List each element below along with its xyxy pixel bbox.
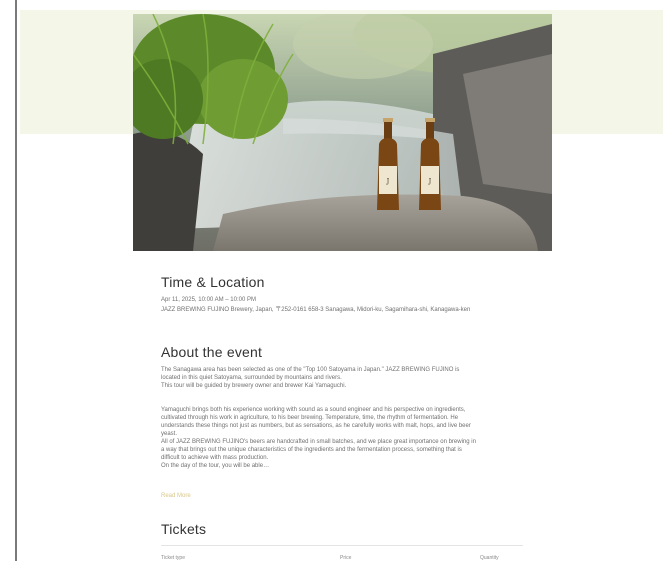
about-line: located in this quiet Satoyama, surround… — [161, 375, 342, 381]
about-heading: About the event — [161, 344, 263, 360]
about-line: Yamaguchi brings both his experience wor… — [161, 407, 466, 413]
read-more-link[interactable]: Read More — [161, 493, 191, 499]
hero-illustration: J J — [133, 14, 552, 251]
event-address: JAZZ BREWING FUJINO Brewery, Japan, 〒252… — [161, 307, 471, 313]
about-line: All of JAZZ BREWING FUJINO's beers are h… — [161, 439, 476, 445]
svg-text:J: J — [386, 178, 390, 185]
time-location-heading: Time & Location — [161, 274, 265, 290]
window-edge — [15, 0, 17, 561]
ticket-type-header: Ticket type — [161, 555, 185, 561]
tickets-divider — [161, 545, 523, 546]
about-line: This tour will be guided by brewery owne… — [161, 383, 347, 389]
about-paragraph-2: Yamaguchi brings both his experience wor… — [161, 406, 523, 470]
about-line: understands these things not just as num… — [161, 423, 471, 429]
svg-text:J: J — [428, 178, 432, 185]
hero-image: J J — [133, 14, 552, 251]
ticket-quantity-header: Quantity — [480, 555, 499, 561]
about-line: difficult to achieve with mass productio… — [161, 455, 269, 461]
about-line: a way that brings out the unique charact… — [161, 447, 462, 453]
page: J J Time & Location Apr 11, 2025, 10:00 … — [0, 0, 663, 561]
about-line: The Sanagawa area has been selected as o… — [161, 367, 460, 373]
tickets-heading: Tickets — [161, 521, 207, 537]
about-line: On the day of the tour, you will be able… — [161, 463, 270, 469]
about-line: cultivated through his work in agricultu… — [161, 415, 459, 421]
about-paragraph-1: The Sanagawa area has been selected as o… — [161, 366, 523, 390]
ticket-price-header: Price — [340, 555, 352, 561]
about-line: yeast. — [161, 431, 178, 437]
event-datetime: Apr 11, 2025, 10:00 AM – 10:00 PM — [161, 297, 256, 303]
